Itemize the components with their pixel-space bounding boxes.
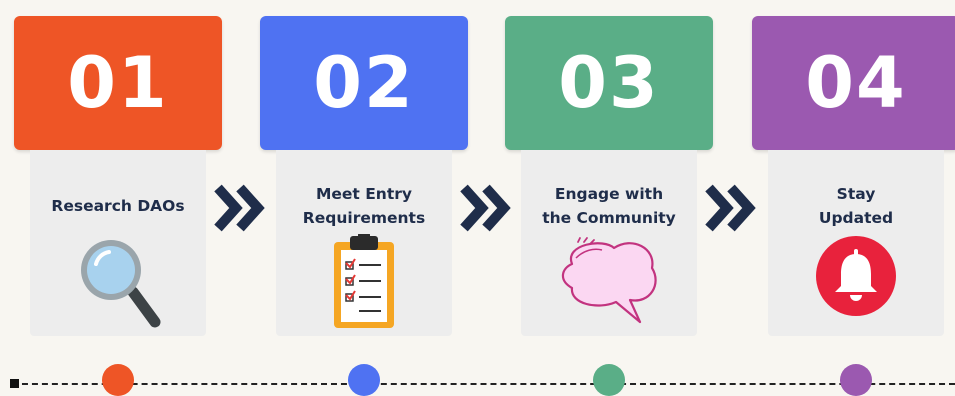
step-4-number-box: 04: [752, 16, 955, 150]
step-3-card: Engage with the Community: [521, 150, 697, 336]
timeline-dot-4: [840, 364, 872, 396]
chevron-right-icon: [212, 182, 266, 234]
step-2-card: Meet Entry Requirements: [276, 150, 452, 336]
step-2-number-box: 02: [260, 16, 468, 150]
step-2-number: 02: [313, 42, 415, 124]
step-1-card: Research DAOs: [30, 150, 206, 336]
clipboard-checklist-icon: [276, 232, 452, 338]
step-4-number: 04: [805, 42, 907, 124]
step-2-title: Meet Entry Requirements: [302, 185, 426, 227]
step-1-number-box: 01: [14, 16, 222, 150]
step-1-number: 01: [67, 42, 169, 124]
step-3-title: Engage with the Community: [542, 185, 676, 227]
timeline-dot-1: [102, 364, 134, 396]
timeline-start-marker: [10, 379, 19, 388]
timeline-dot-3: [593, 364, 625, 396]
chevron-right-icon: [458, 182, 512, 234]
speech-bubble-icon: [521, 234, 697, 338]
step-1-title: Research DAOs: [51, 197, 185, 215]
step-2: 02 Meet Entry Requirements: [260, 0, 468, 340]
magnifier-icon: [30, 234, 206, 338]
step-3-number-box: 03: [505, 16, 713, 150]
step-4-card: Stay Updated: [768, 150, 944, 336]
bell-icon: [768, 234, 944, 328]
chevron-right-icon: [703, 182, 757, 234]
step-3-number: 03: [558, 42, 660, 124]
step-4-title: Stay Updated: [818, 185, 894, 227]
timeline-line: [12, 383, 955, 385]
step-1: 01 Research DAOs: [14, 0, 222, 340]
step-4: 04 Stay Updated: [752, 0, 955, 340]
step-3: 03 Engage with the Community: [505, 0, 713, 340]
timeline-dot-2: [348, 364, 380, 396]
